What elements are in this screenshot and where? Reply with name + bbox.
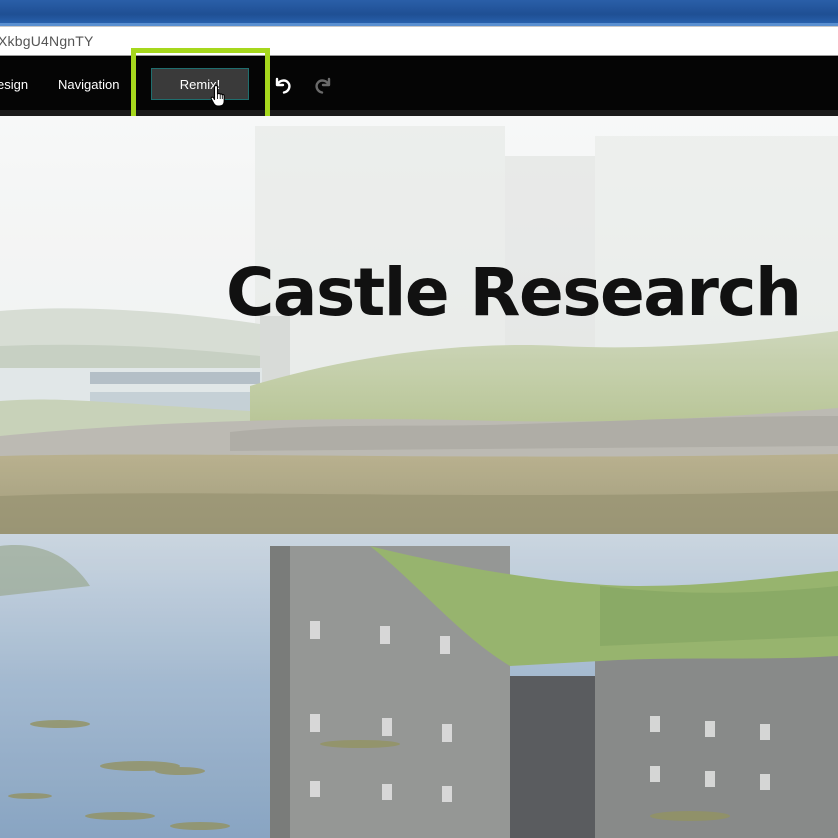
hand-cursor-icon — [210, 84, 225, 107]
address-bar[interactable]: XkbgU4NgnTY — [0, 26, 838, 56]
navigation-menu[interactable]: Navigation — [58, 77, 119, 92]
address-text[interactable]: XkbgU4NgnTY — [0, 33, 94, 49]
redo-icon[interactable] — [312, 74, 334, 96]
browser-title-bar — [0, 0, 838, 26]
undo-icon[interactable] — [272, 74, 294, 96]
design-menu[interactable]: esign — [0, 77, 28, 92]
remix-button[interactable]: Remix! — [151, 68, 249, 100]
castle-background-image — [0, 116, 838, 838]
editor-toolbar: esign Navigation — [0, 57, 838, 110]
page-title[interactable]: Castle Research — [226, 254, 802, 331]
hero-section: Castle Research — [0, 116, 838, 838]
